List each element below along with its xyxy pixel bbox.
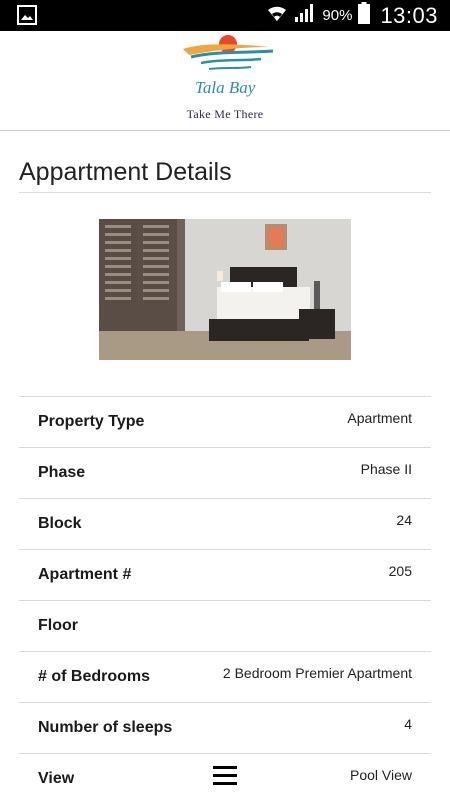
details-table: Property Type Apartment Phase Phase II B…: [19, 396, 431, 800]
battery-percent: 90%: [322, 7, 353, 24]
menu-icon[interactable]: [208, 760, 242, 790]
detail-row-block: Block 24: [19, 498, 431, 549]
battery-icon: [358, 2, 371, 29]
detail-value: Phase II: [360, 461, 412, 477]
detail-value: 2 Bedroom Premier Apartment: [222, 665, 412, 681]
menu-icon-bar: [213, 765, 237, 769]
detail-row-sleeps: Number of sleeps 4: [19, 702, 431, 753]
clock: 13:03: [380, 2, 438, 28]
detail-value: Pool View: [349, 767, 412, 783]
detail-label: Block: [38, 515, 82, 532]
status-icons: 90% 13:03: [266, 0, 438, 31]
detail-label: Number of sleeps: [38, 719, 173, 736]
wifi-icon: [266, 4, 288, 27]
app-header: Tala Bay Take Me There: [0, 31, 450, 131]
page-title: Appartment Details: [19, 158, 232, 186]
detail-label: Property Type: [38, 413, 145, 430]
menu-icon-bar: [213, 773, 237, 777]
detail-value: 4: [404, 716, 412, 732]
detail-value: 205: [388, 563, 412, 579]
apartment-photo[interactable]: [99, 219, 351, 360]
detail-label: Floor: [38, 617, 78, 634]
detail-label: # of Bedrooms: [38, 668, 151, 685]
signal-icon: [294, 3, 316, 28]
detail-label: Phase: [38, 464, 86, 481]
detail-row-bedrooms: # of Bedrooms 2 Bedroom Premier Apartmen…: [19, 651, 431, 702]
logo-tagline: Take Me There: [186, 107, 264, 121]
detail-row-floor: Floor: [19, 600, 431, 651]
menu-icon-bar: [213, 781, 237, 785]
detail-row-property-type: Property Type Apartment: [19, 396, 431, 447]
detail-label: View: [38, 770, 75, 787]
detail-value: 24: [396, 512, 412, 528]
gallery-notification-icon: [17, 5, 37, 25]
title-divider: [19, 192, 431, 193]
detail-value: Apartment: [347, 410, 412, 426]
detail-row-phase: Phase Phase II: [19, 447, 431, 498]
detail-label: Apartment #: [38, 566, 132, 583]
detail-row-apartment-number: Apartment # 205: [19, 549, 431, 600]
status-bar: 90% 13:03: [0, 0, 450, 31]
svg-text:Tala Bay: Tala Bay: [195, 78, 256, 97]
